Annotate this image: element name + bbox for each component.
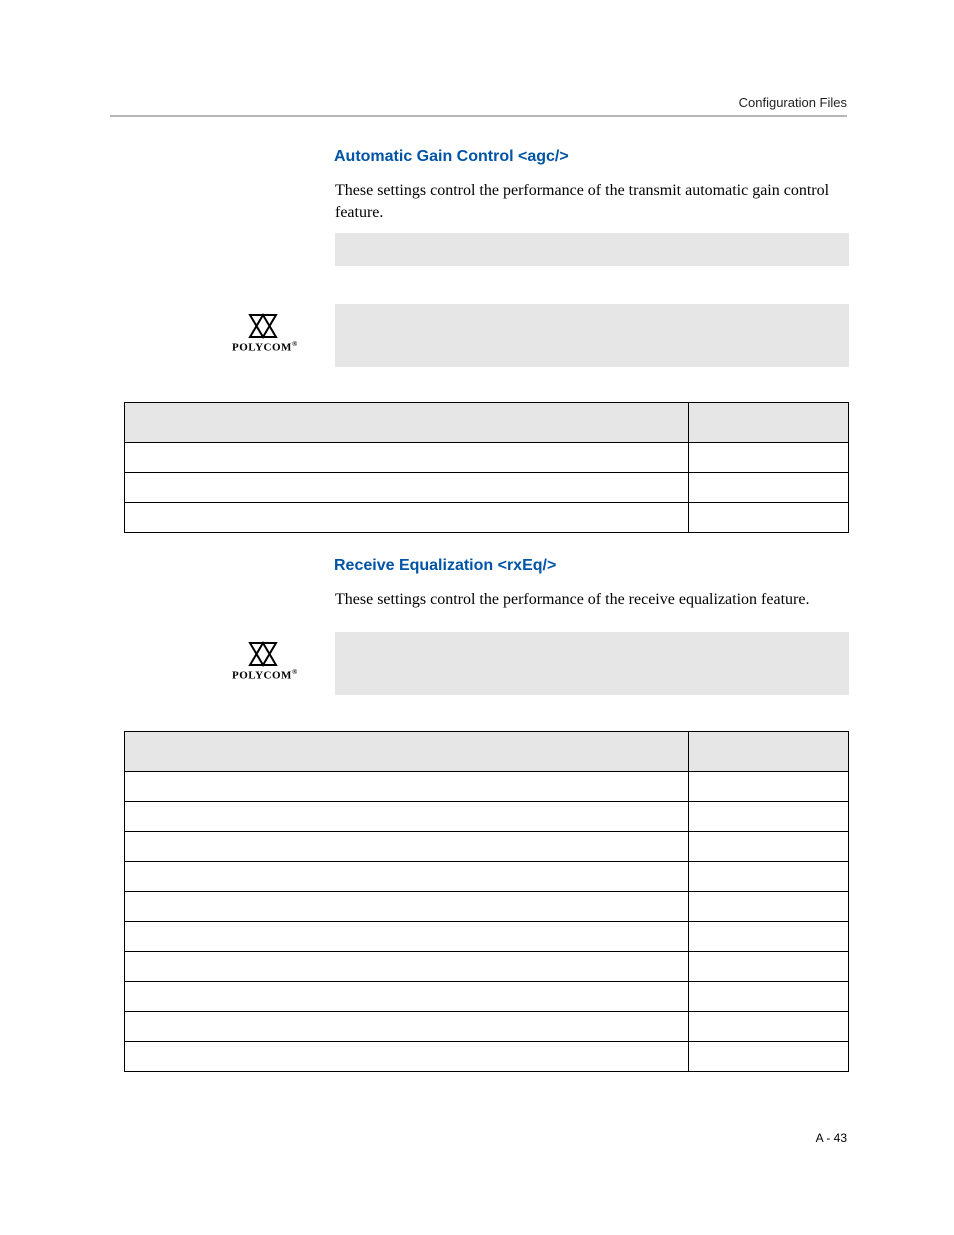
header-rule [110, 115, 847, 117]
table-row [125, 443, 849, 473]
polycom-logo-2: POLYCOM® [232, 641, 294, 682]
table-row [125, 473, 849, 503]
table-cell [125, 772, 689, 802]
table-cell [689, 892, 849, 922]
table-header-cell [125, 403, 689, 443]
params-table-agc [124, 402, 849, 533]
polycom-icon [248, 641, 278, 667]
table-cell [125, 443, 689, 473]
table-cell [125, 952, 689, 982]
table-row [125, 922, 849, 952]
table-cell [689, 473, 849, 503]
callout-box-1 [335, 233, 849, 266]
table-cell [125, 1012, 689, 1042]
table-cell [689, 982, 849, 1012]
callout-box-3 [335, 632, 849, 695]
params-table-rxeq [124, 731, 849, 1072]
table-cell [125, 892, 689, 922]
table-cell [125, 982, 689, 1012]
table-cell [125, 473, 689, 503]
table-row [125, 802, 849, 832]
section-title-agc: Automatic Gain Control <agc/> [334, 148, 569, 166]
table-cell [689, 443, 849, 473]
polycom-brand-text: POLYCOM [232, 342, 292, 354]
section-body-rxeq: These settings control the performance o… [335, 589, 855, 611]
callout-box-2 [335, 304, 849, 367]
table-header-cell [689, 732, 849, 772]
table-cell [125, 832, 689, 862]
table-cell [125, 862, 689, 892]
section-body-agc: These settings control the performance o… [335, 180, 845, 223]
polycom-reg: ® [292, 668, 298, 676]
polycom-brand-text: POLYCOM [232, 670, 292, 682]
table-row [125, 772, 849, 802]
table-header-cell [689, 403, 849, 443]
table-cell [689, 772, 849, 802]
polycom-icon [248, 313, 278, 339]
table-row [125, 1012, 849, 1042]
table-header-row [125, 403, 849, 443]
section-title-rxeq: Receive Equalization <rxEq/> [334, 557, 556, 575]
polycom-logo-1: POLYCOM® [232, 313, 294, 354]
table-cell [689, 503, 849, 533]
table-header-cell [125, 732, 689, 772]
table-row [125, 862, 849, 892]
polycom-reg: ® [292, 340, 298, 348]
table-cell [689, 1042, 849, 1072]
table-cell [689, 1012, 849, 1042]
page-number: A - 43 [816, 1131, 847, 1145]
table-header-row [125, 732, 849, 772]
table-cell [689, 922, 849, 952]
table-row [125, 892, 849, 922]
table-cell [125, 922, 689, 952]
table-cell [125, 503, 689, 533]
table-cell [689, 952, 849, 982]
table-cell [689, 802, 849, 832]
table-row [125, 832, 849, 862]
table-cell [689, 862, 849, 892]
table-row [125, 1042, 849, 1072]
table-cell [689, 832, 849, 862]
table-cell [125, 1042, 689, 1072]
table-row [125, 952, 849, 982]
table-row [125, 982, 849, 1012]
table-row [125, 503, 849, 533]
table-cell [125, 802, 689, 832]
header-section-label: Configuration Files [739, 95, 847, 110]
